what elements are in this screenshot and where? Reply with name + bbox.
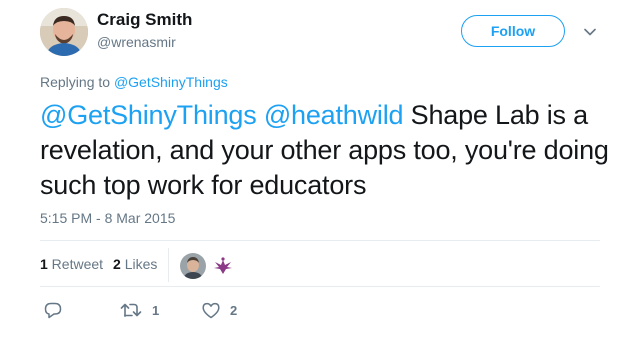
tweet-timestamp[interactable]: 5:15 PM - 8 Mar 2015 [40, 210, 175, 226]
replying-target-link[interactable]: @GetShinyThings [114, 74, 228, 90]
retweet-action-count: 1 [152, 302, 160, 318]
tweet-stats: 1 Retweet 2 Likes [40, 256, 167, 272]
like-count: 2 [113, 256, 121, 272]
stats-separator [168, 248, 169, 282]
replying-prefix: Replying to [40, 74, 114, 90]
retweet-stat-label: Retweet [47, 256, 104, 272]
reply-button[interactable] [44, 302, 62, 319]
user-avatar-icon [180, 253, 206, 279]
heart-icon [202, 302, 220, 319]
retweet-icon [120, 303, 142, 317]
like-action-count: 2 [230, 303, 238, 318]
chevron-down-icon [584, 28, 596, 36]
retweet-button[interactable]: 1 [120, 302, 159, 318]
mention-link[interactable]: @heathwild [264, 100, 404, 130]
like-stat-label: Likes [120, 256, 158, 272]
like-button[interactable]: 2 [202, 302, 237, 319]
liker-avatar[interactable] [180, 253, 206, 279]
author-username[interactable]: @wrenasmir [97, 34, 176, 50]
retweet-count: 1 [40, 256, 48, 272]
like-stat[interactable]: 2 Likes [113, 256, 157, 272]
author-display-name[interactable]: Craig Smith [97, 10, 192, 30]
divider [40, 240, 600, 241]
author-avatar[interactable] [40, 8, 88, 56]
user-avatar-icon [40, 8, 88, 56]
reply-icon [44, 302, 62, 319]
tweet-text: @GetShinyThings @heathwild Shape Lab is … [40, 98, 630, 203]
replying-to: Replying to @GetShinyThings [40, 74, 228, 90]
mention-link[interactable]: @GetShinyThings [40, 100, 257, 130]
tweet-card: Craig Smith @wrenasmir Follow Replying t… [0, 0, 640, 350]
bird-logo-avatar-icon [210, 253, 236, 279]
liker-avatar[interactable] [210, 253, 236, 279]
retweet-stat[interactable]: 1 Retweet [40, 256, 103, 272]
follow-button[interactable]: Follow [461, 15, 565, 47]
divider [40, 286, 600, 287]
more-options-button[interactable] [582, 24, 598, 40]
